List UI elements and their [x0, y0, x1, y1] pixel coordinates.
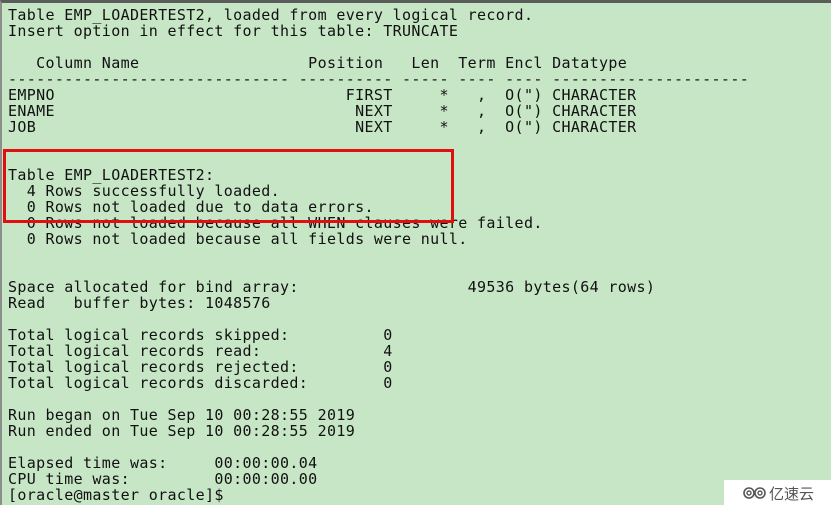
watermark: 亿速云: [724, 480, 833, 507]
column-row: ENAME NEXT * , O(") CHARACTER: [8, 102, 637, 120]
run-ended-line: Run ended on Tue Sep 10 00:28:55 2019: [8, 422, 356, 440]
columns-separator: ------------------------------ ---------…: [8, 70, 750, 88]
bind-array-line: Space allocated for bind array: 49536 by…: [8, 278, 656, 296]
summary-line: 4 Rows successfully loaded.: [8, 182, 281, 200]
elapsed-time-line: Elapsed time was: 00:00:00.04: [8, 454, 318, 472]
column-row: JOB NEXT * , O(") CHARACTER: [8, 118, 637, 136]
insert-option-line: Insert option in effect for this table: …: [8, 22, 459, 40]
record-total-line: Total logical records skipped: 0: [8, 326, 393, 344]
record-total-line: Total logical records read: 4: [8, 342, 393, 360]
record-total-line: Total logical records discarded: 0: [8, 374, 393, 392]
terminal-window[interactable]: Table EMP_LOADERTEST2, loaded from every…: [0, 0, 831, 505]
shell-prompt[interactable]: [oracle@master oracle]$: [8, 487, 224, 503]
columns-header: Column Name Position Len Term Encl Datat…: [8, 54, 628, 72]
record-total-line: Total logical records rejected: 0: [8, 358, 393, 376]
run-began-line: Run began on Tue Sep 10 00:28:55 2019: [8, 406, 356, 424]
summary-line: 0 Rows not loaded due to data errors.: [8, 198, 374, 216]
cpu-time-line: CPU time was: 00:00:00.00: [8, 470, 318, 488]
table-summary-title: Table EMP_LOADERTEST2:: [8, 166, 215, 184]
summary-line: 0 Rows not loaded because all fields wer…: [8, 230, 468, 248]
column-row: EMPNO FIRST * , O(") CHARACTER: [8, 86, 637, 104]
table-load-header: Table EMP_LOADERTEST2, loaded from every…: [8, 6, 534, 24]
cloud-logo-icon: [743, 485, 767, 503]
summary-line: 0 Rows not loaded because all WHEN claus…: [8, 214, 543, 232]
read-buffer-line: Read buffer bytes: 1048576: [8, 294, 271, 312]
watermark-text: 亿速云: [768, 485, 814, 503]
